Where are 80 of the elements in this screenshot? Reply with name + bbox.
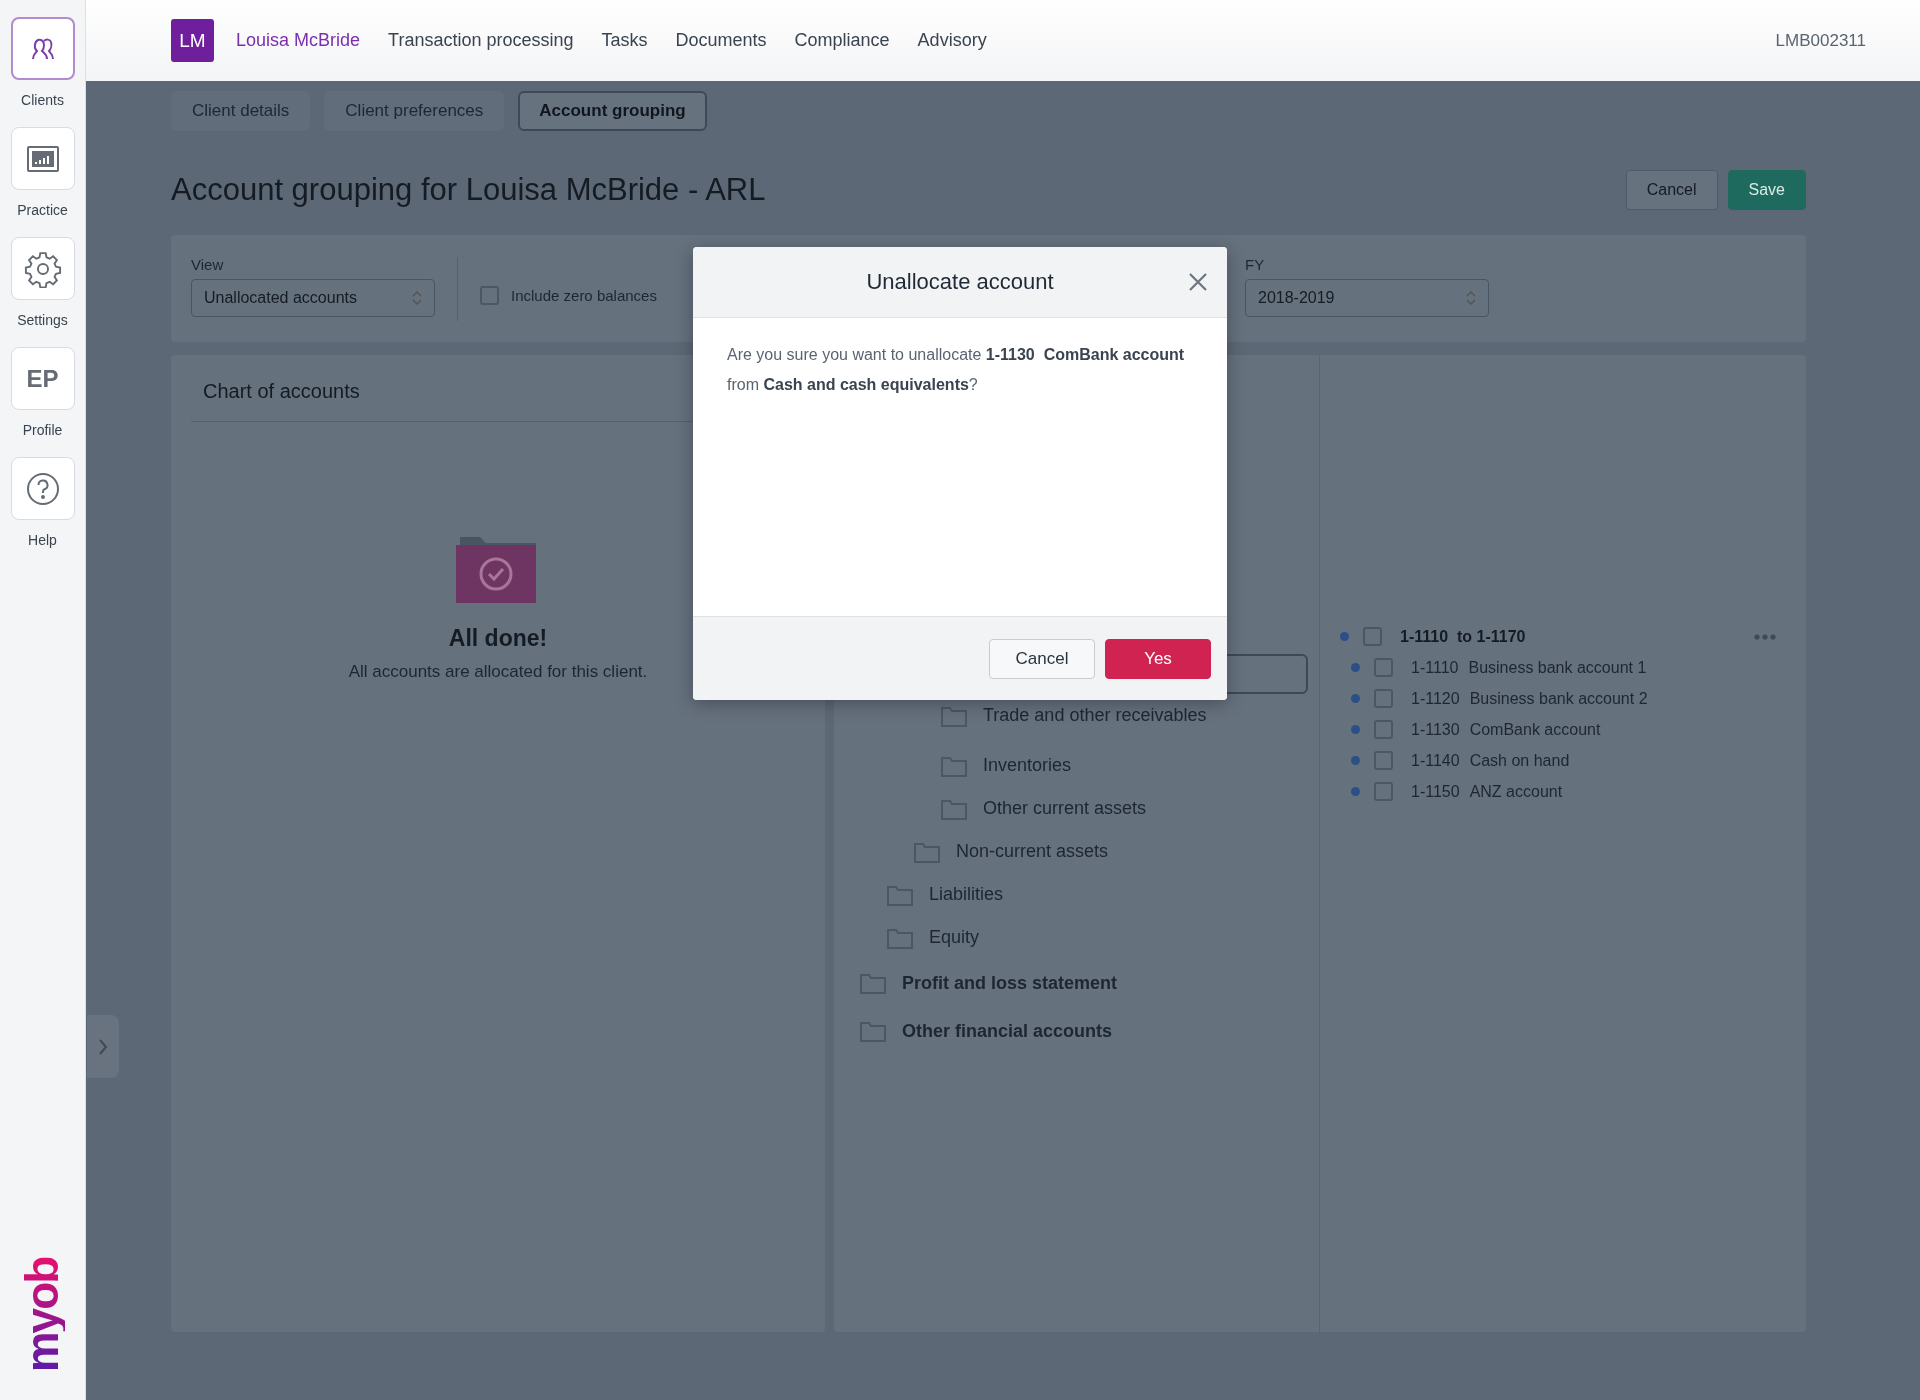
account-name: Business bank account 2 — [1469, 689, 1648, 708]
folder-icon — [860, 972, 886, 994]
checkbox[interactable] — [1374, 782, 1393, 801]
tree-item[interactable]: Liabilities — [929, 884, 1004, 905]
folder-icon — [941, 797, 967, 820]
sidebar-label: Help — [28, 532, 57, 548]
account-range: 1-1110 to 1-1170 — [1400, 627, 1526, 646]
empty-state-heading: All done! — [448, 625, 548, 652]
tree-item[interactable]: Other current assets — [983, 798, 1147, 819]
folder-icon — [941, 754, 967, 777]
sidebar-label: Profile — [22, 422, 63, 438]
checkbox[interactable] — [1374, 658, 1393, 677]
sidebar-label: Practice — [17, 202, 68, 218]
help-icon — [25, 471, 60, 506]
account-code: 1-1140 — [1411, 751, 1460, 770]
bar-chart-icon — [25, 144, 60, 173]
account-name: Cash on hand — [1469, 751, 1570, 770]
sidebar-button[interactable] — [10, 17, 75, 80]
field-label: FY — [1245, 256, 1266, 273]
account-name: ComBank account — [1469, 720, 1601, 739]
close-icon[interactable] — [1189, 273, 1207, 291]
fy-select[interactable]: 2018-2019 — [1245, 279, 1489, 317]
nav-link[interactable]: Compliance — [794, 30, 890, 51]
tree-item[interactable]: Non-current assets — [956, 841, 1109, 862]
tree-item[interactable]: Profit and loss statement — [902, 972, 1118, 994]
tree-item[interactable]: Equity — [929, 927, 980, 948]
folder-icon — [860, 1020, 886, 1042]
tree-item[interactable]: Other financial accounts — [902, 1020, 1113, 1042]
action-button[interactable]: Save — [1727, 170, 1806, 210]
sidebar-button[interactable]: EP — [10, 347, 75, 410]
tab[interactable]: Client preferences — [324, 91, 505, 131]
nav-link[interactable]: Tasks — [601, 30, 648, 51]
checkbox[interactable] — [1374, 689, 1393, 708]
nav-link[interactable]: Advisory — [917, 30, 987, 51]
client-name-link[interactable]: Louisa McBride — [236, 30, 361, 51]
account-code: 1-1110 — [1411, 658, 1459, 677]
folder-icon — [887, 926, 913, 949]
tree-item[interactable]: Inventories — [983, 755, 1072, 776]
account-code: 1-1150 — [1411, 782, 1460, 801]
checkbox[interactable] — [1363, 627, 1382, 646]
status-dot — [1351, 725, 1360, 734]
checkbox[interactable] — [1374, 751, 1393, 770]
chevron-right-icon — [98, 1037, 108, 1056]
tab[interactable]: Account grouping — [518, 91, 707, 131]
action-button[interactable]: Cancel — [1625, 170, 1718, 210]
account-code: 1-1120 — [1411, 689, 1460, 708]
account-code: 1-1130 — [1411, 720, 1460, 739]
status-dot — [1351, 663, 1360, 672]
status-dot — [1351, 694, 1360, 703]
dialog-button[interactable]: Yes — [1105, 638, 1211, 679]
client-code: LMB002311 — [1775, 30, 1866, 51]
checkbox[interactable] — [1374, 720, 1393, 739]
status-dot — [1351, 787, 1360, 796]
account-name: Business bank account 1 — [1468, 658, 1647, 677]
sort-caret-icon — [1466, 290, 1476, 306]
page-title: Account grouping for Louisa McBride - ARL — [171, 172, 767, 208]
nav-link[interactable]: Documents — [675, 30, 767, 51]
settings-icon — [23, 249, 62, 288]
view-select[interactable]: Unallocated accounts — [191, 279, 435, 317]
expand-tab[interactable] — [87, 1015, 119, 1078]
client-avatar: LM — [171, 19, 214, 62]
folder-icon — [941, 704, 967, 727]
dialog-title: Unallocate account — [866, 269, 1054, 295]
more-icon[interactable] — [1754, 633, 1776, 640]
folder-icon — [914, 840, 940, 863]
tab[interactable]: Client details — [171, 91, 311, 131]
status-dot — [1351, 756, 1360, 765]
sidebar-label: Clients — [21, 92, 64, 108]
account-name: ANZ account — [1469, 782, 1563, 801]
sort-caret-icon — [412, 290, 422, 306]
checkbox[interactable] — [480, 286, 499, 305]
dialog-button[interactable]: Cancel — [989, 638, 1095, 679]
tree-item[interactable]: Trade and other receivables — [983, 705, 1207, 726]
nav-link[interactable]: Transaction processing — [388, 30, 574, 51]
checkbox-label: Include zero balances — [511, 287, 657, 304]
field-label: View — [191, 256, 225, 273]
folder-icon — [887, 883, 913, 906]
sidebar-label: Settings — [17, 312, 68, 328]
empty-state-message: All accounts are allocated for this client. — [348, 662, 648, 682]
status-dot — [1340, 632, 1349, 641]
